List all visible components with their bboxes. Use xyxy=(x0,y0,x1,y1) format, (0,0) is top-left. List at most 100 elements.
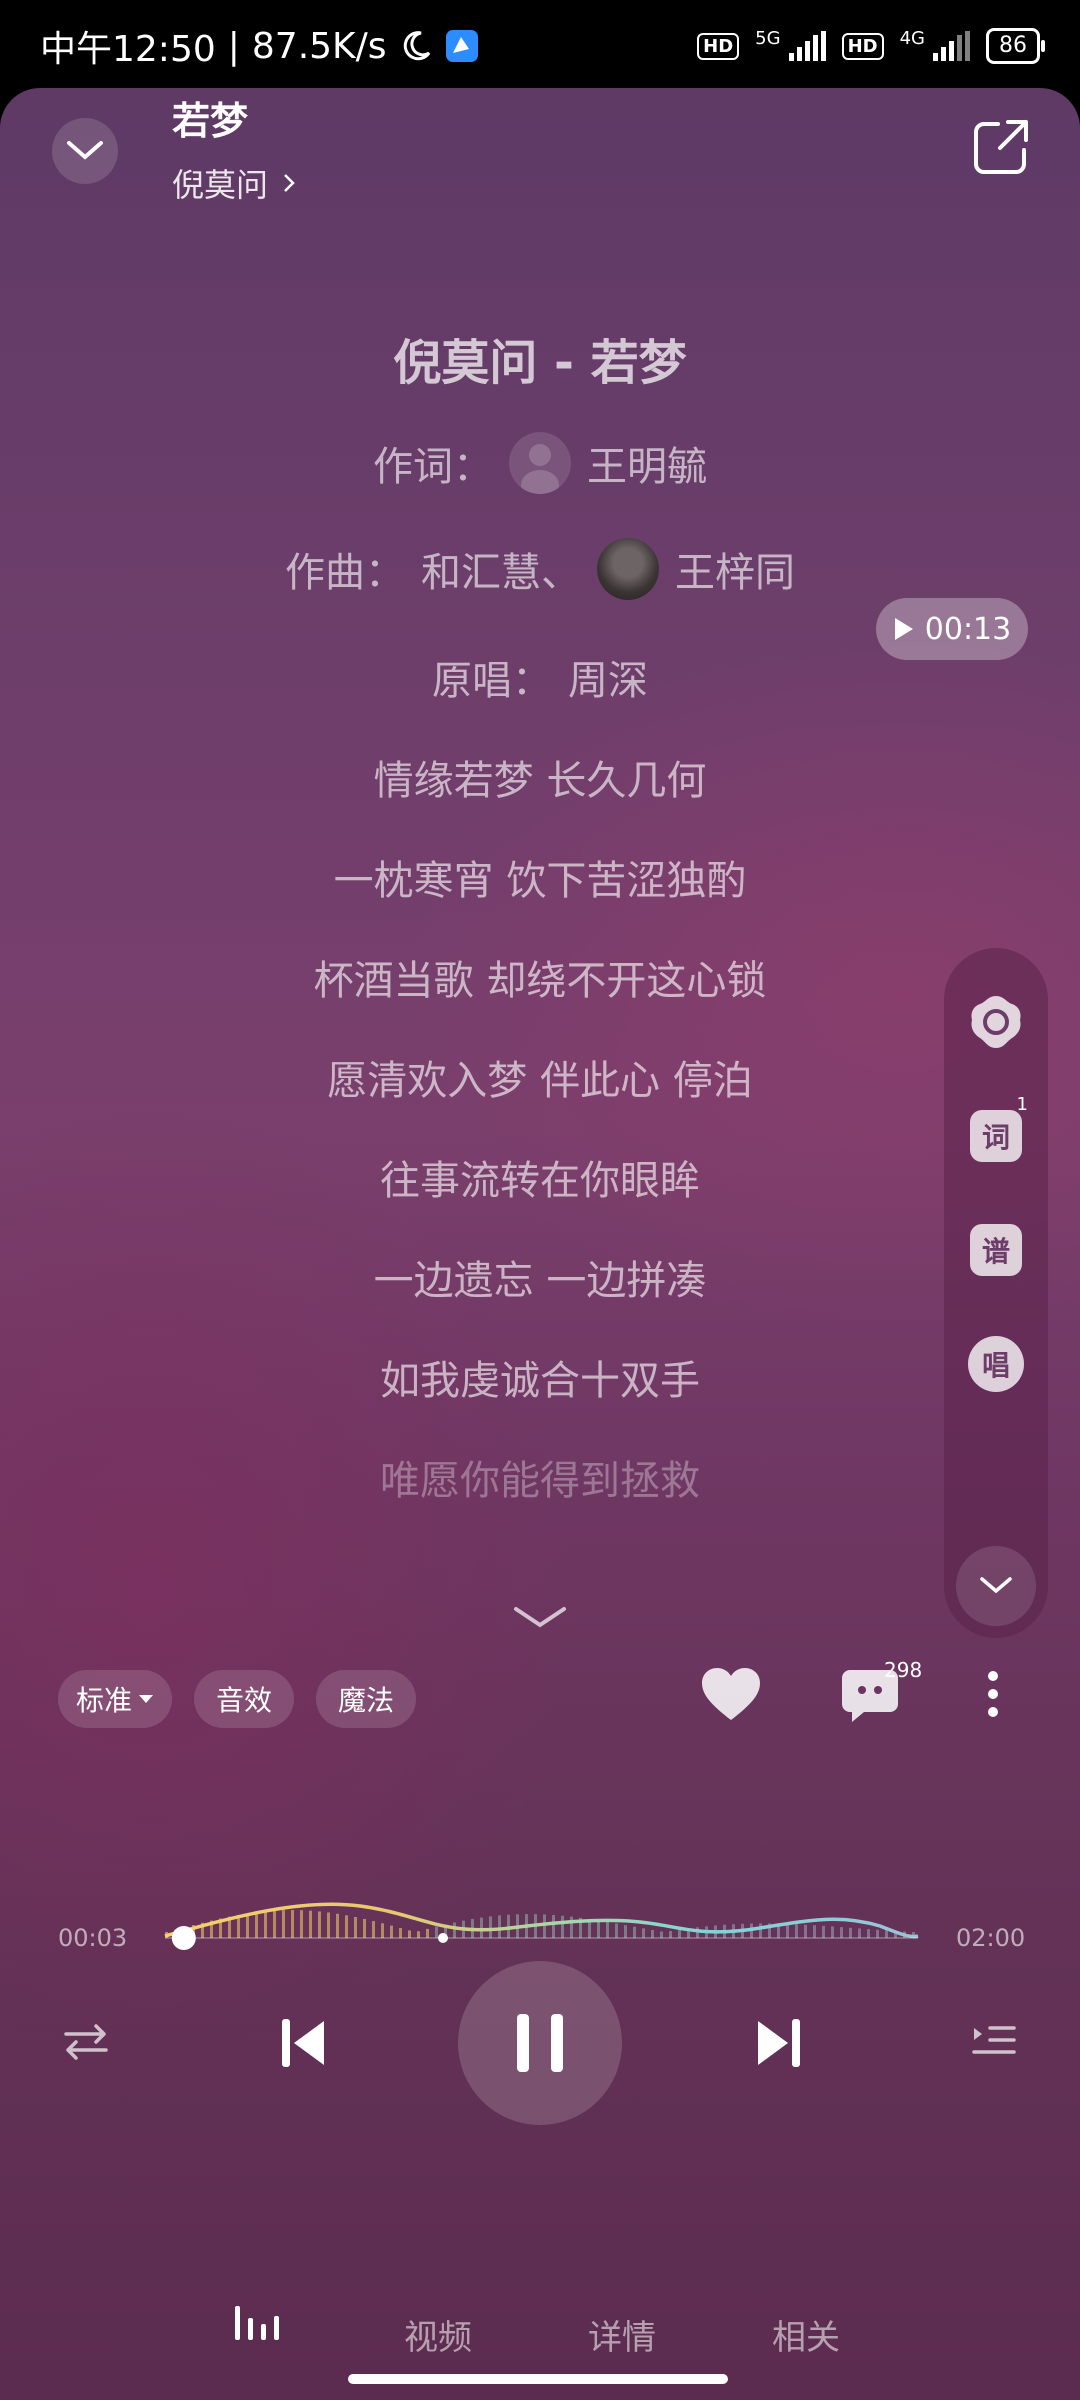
collapse-player-button[interactable] xyxy=(52,118,118,184)
like-button[interactable] xyxy=(700,1666,762,1726)
waveform-bar xyxy=(642,1928,645,1938)
lyrics-collapse-button[interactable] xyxy=(510,1603,570,1633)
tab-related[interactable]: 相关 xyxy=(772,2310,840,2359)
karaoke-label: 唱 xyxy=(981,1349,1010,1382)
lyrics-mode-label: 词 xyxy=(981,1121,1010,1154)
waveform-bar xyxy=(336,1913,339,1938)
signal-icon xyxy=(788,31,826,61)
waveform-bar xyxy=(633,1926,636,1938)
waveform-bar xyxy=(606,1921,609,1938)
waveform-bar xyxy=(552,1914,555,1938)
chevron-right-icon xyxy=(284,174,295,192)
lyrics-translation-button[interactable]: 词 1 xyxy=(966,1094,1028,1166)
sheet-music-button[interactable]: 谱 xyxy=(966,1220,1026,1280)
lyric-line[interactable]: 杯酒当歌 却绕不开这心锁 xyxy=(0,948,1080,1006)
waveform-bar xyxy=(273,1910,276,1938)
chevron-down-icon xyxy=(514,1607,566,1628)
hd-badge-2: HD xyxy=(841,32,884,60)
sound-effect-label: 音效 xyxy=(215,1684,272,1717)
play-pause-button[interactable] xyxy=(458,1961,622,2125)
waveform-bar xyxy=(291,1910,294,1938)
share-button[interactable] xyxy=(970,116,1032,178)
waveform-bar xyxy=(327,1912,330,1938)
lyrics-settings-button[interactable] xyxy=(966,992,1026,1052)
waveform-bar xyxy=(651,1929,654,1938)
status-speed: 87.5K/s xyxy=(251,25,387,67)
sheet-music-icon: 谱 xyxy=(970,1224,1022,1276)
waveform-bar xyxy=(831,1926,834,1938)
waveform-bar xyxy=(624,1925,627,1938)
player-screen: 若梦 倪莫问 倪莫问 - 若梦 作词： 王明毓 作曲： 和汇慧、 王梓同 原唱：… xyxy=(0,88,1080,2400)
waveform-bar xyxy=(813,1925,816,1938)
lyric-line[interactable]: 愿清欢入梦 伴此心 停泊 xyxy=(0,1048,1080,1106)
waveform-bar xyxy=(489,1916,492,1938)
waveform-bar xyxy=(786,1923,789,1938)
playlist-button[interactable] xyxy=(966,2010,1022,2074)
original-singer: 周深 xyxy=(568,658,648,704)
comment-count: 298 xyxy=(884,1658,923,1682)
lyricist-label: 作词： xyxy=(373,444,493,490)
lyric-line[interactable]: 一枕寒宵 饮下苦涩独酌 xyxy=(0,848,1080,906)
lyric-line[interactable]: 情缘若梦 长久几何 xyxy=(0,748,1080,806)
waveform-bar xyxy=(363,1918,366,1938)
more-options-button[interactable] xyxy=(978,1664,1008,1724)
heart-icon xyxy=(702,1668,760,1720)
waveform-bar xyxy=(876,1929,879,1938)
pause-icon xyxy=(517,2014,563,2072)
tab-player[interactable] xyxy=(226,2292,286,2352)
composer-credit: 作曲： 和汇慧、 王梓同 xyxy=(0,538,1080,600)
lyrics-mode-badge: 1 xyxy=(1016,1094,1028,1115)
original-label: 原唱： xyxy=(432,658,552,704)
chevron-down-icon xyxy=(980,1577,1012,1594)
waveform-progress-bar[interactable] xyxy=(0,1878,1080,1958)
sound-effect-button[interactable]: 音效 xyxy=(194,1670,294,1728)
lyricist-name[interactable]: 王明毓 xyxy=(587,434,707,492)
battery-indicator: 86 xyxy=(986,28,1045,64)
lyric-line[interactable]: 唯愿你能得到拯救 xyxy=(0,1448,1080,1506)
waveform-bar xyxy=(372,1921,375,1938)
waveform-bar xyxy=(381,1923,384,1938)
flower-settings-icon xyxy=(971,996,1021,1048)
seek-to-time-button[interactable]: 00:13 xyxy=(876,598,1028,660)
seek-time-label: 00:13 xyxy=(924,611,1012,647)
previous-track-button[interactable] xyxy=(270,2010,336,2076)
waveform-bar xyxy=(795,1924,798,1938)
play-mode-button[interactable] xyxy=(58,2010,114,2074)
side-panel-collapse-button[interactable] xyxy=(956,1546,1036,1626)
more-vertical-icon xyxy=(988,1671,998,1717)
quality-select[interactable]: 标准 xyxy=(58,1670,172,1728)
waveform-bar xyxy=(570,1916,573,1938)
waveform-bar xyxy=(417,1931,420,1938)
lyrics-mode-icon: 词 1 xyxy=(970,1094,1028,1162)
tab-video[interactable]: 视频 xyxy=(404,2310,472,2359)
waveform-bar xyxy=(408,1930,411,1938)
lyric-line[interactable]: 如我虔诚合十双手 xyxy=(0,1348,1080,1406)
lyric-line[interactable]: 一边遗忘 一边拼凑 xyxy=(0,1248,1080,1306)
composer-name-2[interactable]: 王梓同 xyxy=(675,540,795,598)
tab-details[interactable]: 详情 xyxy=(588,2310,656,2359)
waveform-bar xyxy=(561,1915,564,1938)
status-right: HD 5G HD 4G 86 xyxy=(697,28,1045,64)
karaoke-button[interactable]: 唱 xyxy=(966,1334,1026,1394)
waveform-bar xyxy=(390,1925,393,1938)
lyricist-avatar[interactable] xyxy=(509,432,571,494)
playlist-icon xyxy=(972,2026,1016,2054)
chevron-down-icon xyxy=(67,141,103,160)
artist-link[interactable]: 倪莫问 xyxy=(172,160,296,206)
lyric-line[interactable]: 往事流转在你眼眸 xyxy=(0,1148,1080,1206)
highlight-marker xyxy=(438,1933,448,1943)
waveform-bar xyxy=(822,1925,825,1938)
home-indicator[interactable] xyxy=(348,2374,728,2384)
progress-thumb[interactable] xyxy=(171,1926,196,1950)
skip-next-icon xyxy=(758,2019,800,2067)
composer-avatar[interactable] xyxy=(597,538,659,600)
quality-label: 标准 xyxy=(75,1684,132,1717)
waveform-bar xyxy=(300,1910,303,1938)
waveform-bar xyxy=(615,1923,618,1938)
waveform-bar xyxy=(759,1923,762,1938)
next-track-button[interactable] xyxy=(746,2010,812,2076)
status-left: 中午12:50 | 87.5K/s xyxy=(40,20,479,72)
magic-button[interactable]: 魔法 xyxy=(316,1670,416,1728)
waveform-bar xyxy=(345,1915,348,1938)
moon-icon xyxy=(403,31,430,61)
